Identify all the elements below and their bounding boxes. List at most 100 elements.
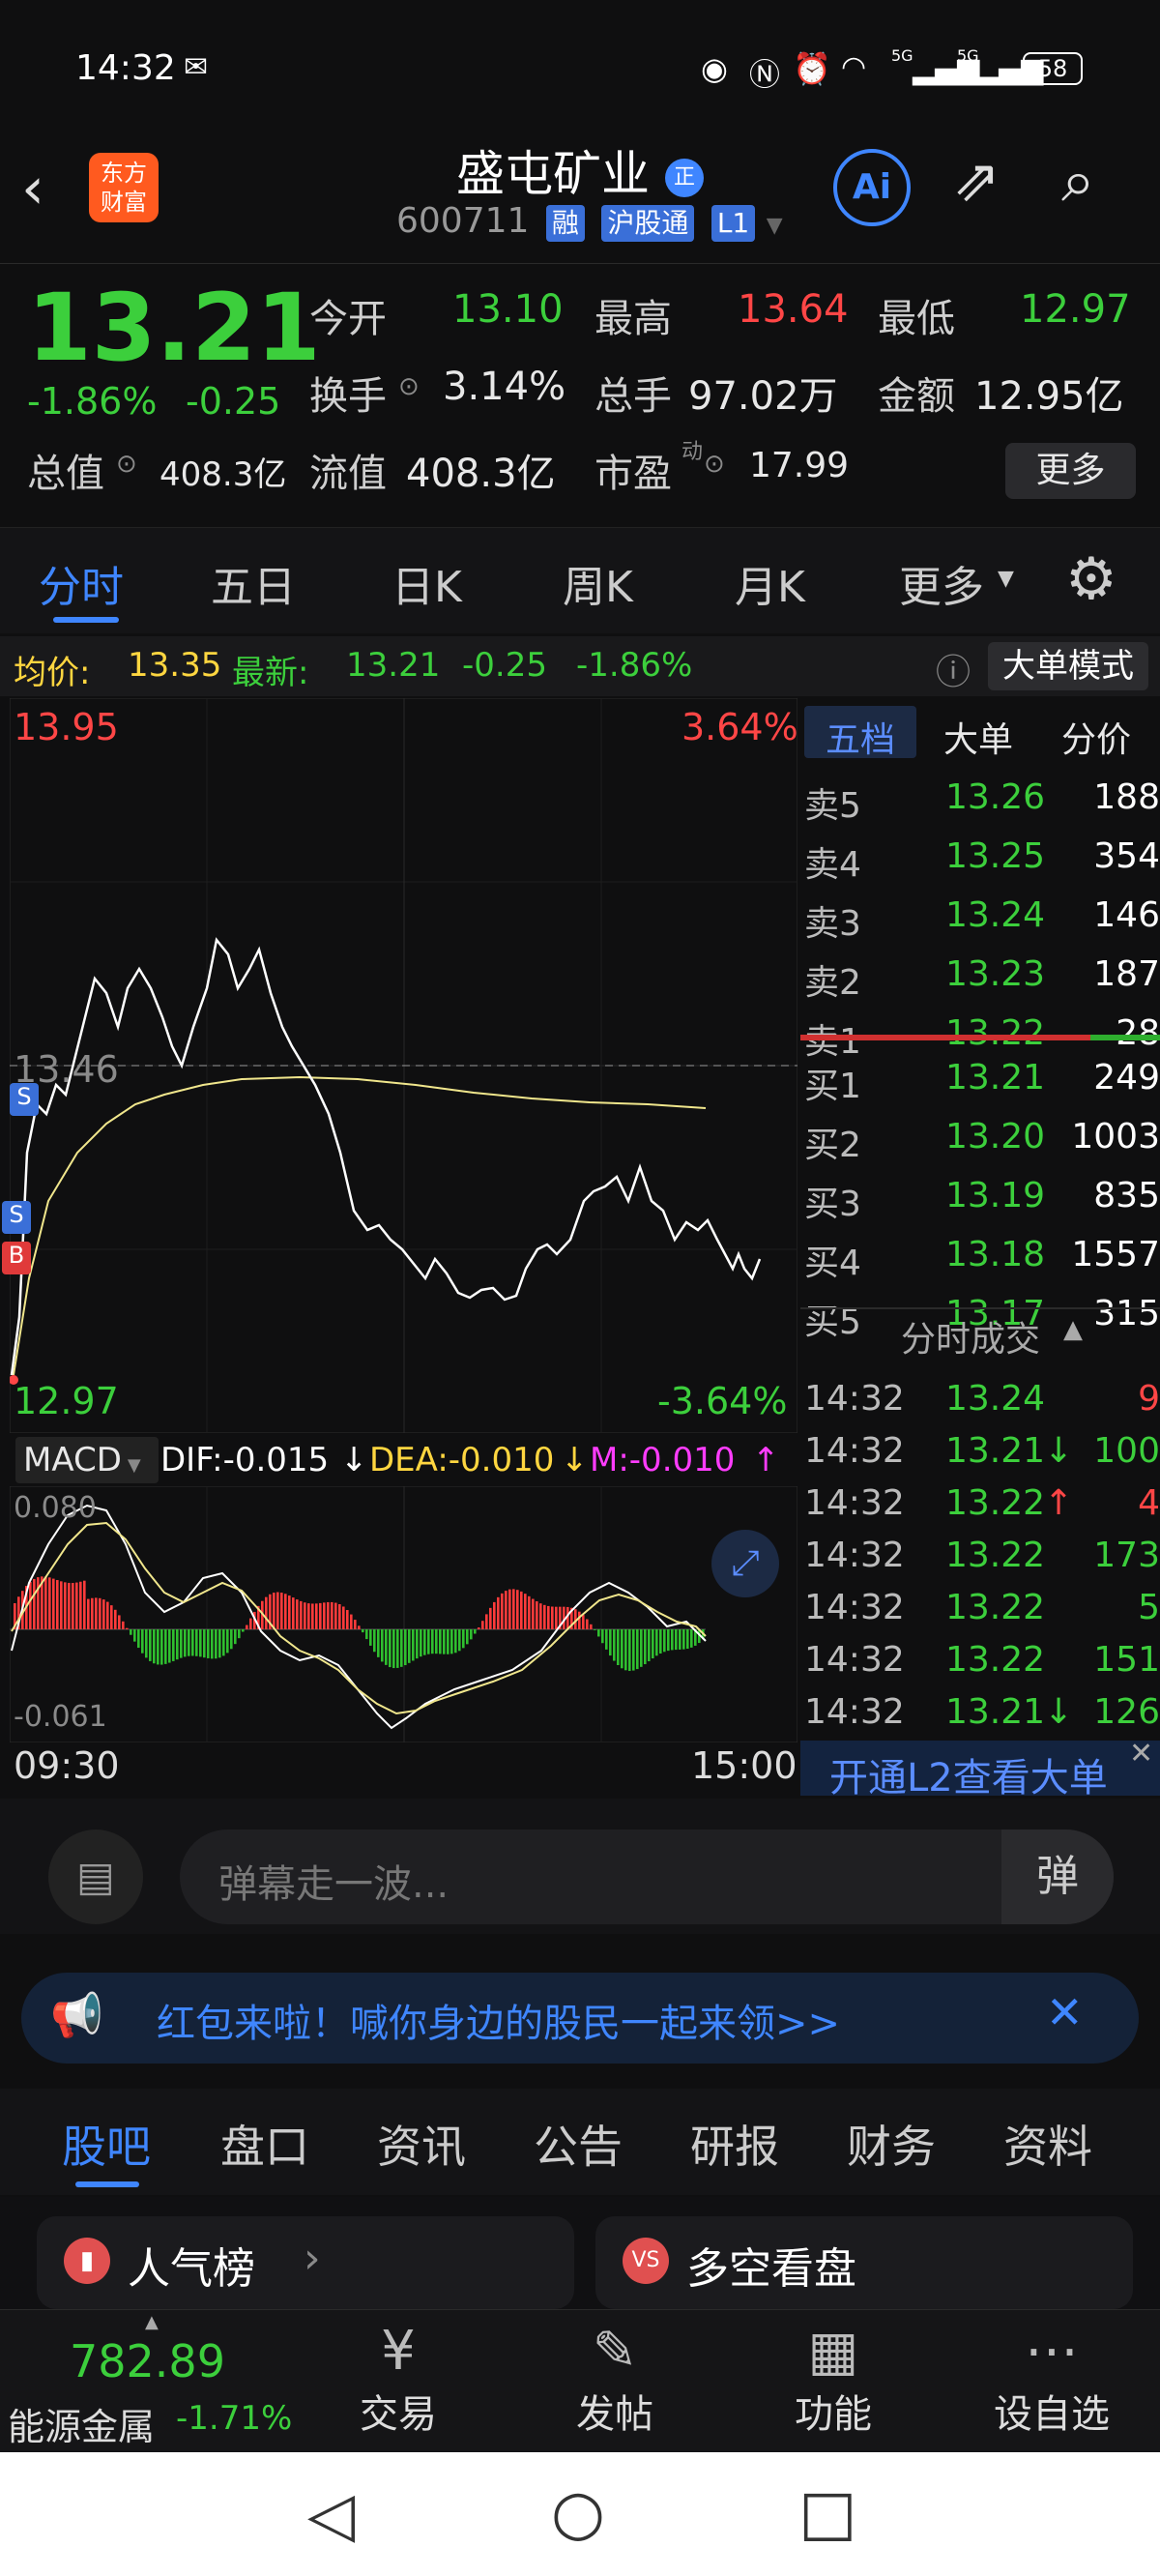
tab-pankou[interactable]: 盘口 [220, 2112, 309, 2176]
danmu-settings-icon[interactable]: ▤ [48, 1830, 143, 1924]
close-icon[interactable]: ✕ [1046, 1986, 1084, 2038]
quote-panel: 13.21 -1.86% -0.25 今开 13.10 最高 13.64 最低 … [0, 263, 1160, 524]
tab-profile[interactable]: 资料 [1003, 2112, 1092, 2176]
ask-bar [800, 1035, 1090, 1040]
intraday-chart[interactable]: 13.95 3.64% 13.46 12.97 -3.64% S S B [2, 697, 798, 1434]
info-icon[interactable]: ⊙ [398, 372, 420, 401]
home-circle-icon[interactable]: ○ [551, 2477, 605, 2549]
time-end-label: 15:00 [691, 1744, 798, 1787]
macd-bar [126, 1627, 129, 1629]
close-icon[interactable]: ✕ [1129, 1737, 1153, 1771]
tab-price-distribution[interactable]: 分价 [1061, 712, 1131, 762]
macd-bar [238, 1629, 241, 1639]
danmu-input[interactable]: 弹幕走一波... 弹 [180, 1830, 1114, 1924]
ask-row[interactable]: 卖3 13.24 146 [800, 892, 1160, 944]
macd-bar [609, 1629, 612, 1656]
tab-news[interactable]: 资讯 [377, 2112, 466, 2176]
l2-upsell[interactable]: 开通L2查看大单 ✕ [800, 1737, 1160, 1800]
bid-price: 13.19 [945, 1176, 1046, 1215]
info-icon[interactable]: ⊙ [704, 450, 725, 479]
search-icon[interactable]: ⌕ [1061, 145, 1095, 217]
bull-bear-card[interactable]: VS 多空看盘 [595, 2216, 1133, 2309]
macd-bar [365, 1629, 368, 1640]
sell-marker[interactable]: S [2, 1201, 31, 1234]
ask-volume: 146 [1093, 895, 1160, 935]
nav-post[interactable]: ✎ 发帖 [518, 2320, 711, 2439]
tab-daily-k[interactable]: 日K [392, 552, 462, 614]
macd-bar [56, 1580, 59, 1629]
ask-row[interactable]: 卖2 13.23 187 [800, 951, 1160, 1003]
big-order-mode-button[interactable]: 大单模式 [988, 642, 1148, 690]
banner-text[interactable]: 红包来啦！喊你身边的股民一起来领>> [157, 1992, 840, 2048]
macd-bar [586, 1619, 589, 1629]
ai-button[interactable]: Ai [833, 149, 911, 226]
macd-bar [118, 1615, 121, 1629]
macd-bar [516, 1590, 519, 1629]
trade-time: 14:32 [804, 1588, 905, 1627]
ask-volume: 28 [1116, 1013, 1160, 1053]
back-triangle-icon[interactable]: ◁ [307, 2479, 355, 2551]
buy-marker[interactable]: B [2, 1242, 31, 1274]
tab-monthly-k[interactable]: 月K [735, 552, 805, 614]
bid-row[interactable]: 买3 13.19 835 [800, 1172, 1160, 1224]
tab-announcements[interactable]: 公告 [534, 2112, 623, 2176]
bid-row[interactable]: 买2 13.20 1003 [800, 1113, 1160, 1165]
trade-row: 14:32 13.21 ↓ 100 [800, 1427, 1160, 1478]
help-icon[interactable]: ⓘ [936, 644, 971, 694]
macd-bar [133, 1629, 136, 1642]
macd-panel[interactable]: MACD ▼ DIF:-0.015 ↓ DEA:-0.010 ↓ M:-0.010… [10, 1433, 798, 1796]
macd-bar [33, 1578, 36, 1629]
more-button[interactable]: 更多 [1005, 443, 1136, 499]
danmu-bar: ▤ 弹幕走一波... 弹 [0, 1799, 1160, 1934]
indicator-selector[interactable]: MACD ▼ [15, 1437, 159, 1483]
yen-exchange-icon: ¥ [381, 2320, 416, 2383]
active-tab-indicator [75, 2181, 139, 2187]
recents-square-icon[interactable]: □ [798, 2477, 856, 2549]
popularity-card[interactable]: ▮ 人气榜 › [37, 2216, 574, 2309]
ask-row[interactable]: 卖5 13.26 188 [800, 774, 1160, 826]
sell-marker[interactable]: S [10, 1083, 39, 1116]
tab-finance[interactable]: 财务 [847, 2112, 936, 2176]
trades-title[interactable]: 分时成交 [901, 1311, 1040, 1361]
tab-more[interactable]: 更多 [899, 552, 984, 614]
tab-big-order[interactable]: 大单 [943, 712, 1013, 762]
popularity-label[interactable]: 人气榜 [128, 2234, 255, 2296]
bid-row[interactable]: 买4 13.18 1557 [800, 1231, 1160, 1283]
ask-level: 卖5 [804, 786, 861, 826]
nav-post-label: 发帖 [576, 2392, 653, 2437]
bid-volume: 315 [1093, 1294, 1160, 1333]
tab-five-level[interactable]: 五档 [826, 712, 895, 762]
ask-row[interactable]: 卖4 13.25 354 [800, 833, 1160, 885]
macd-bar [68, 1582, 71, 1629]
change-value: -0.25 [186, 380, 281, 423]
macd-bar [450, 1629, 453, 1654]
macd-bar [470, 1629, 473, 1640]
bid-row[interactable]: 买1 13.21 249 [800, 1054, 1160, 1106]
macd-bar [690, 1629, 693, 1648]
active-tab-indicator [53, 617, 119, 623]
nav-functions[interactable]: ▦ 功能 [737, 2320, 930, 2439]
nav-add-watchlist[interactable]: ⋯ 设自选 [955, 2320, 1148, 2439]
tab-weekly-k[interactable]: 周K [563, 552, 633, 614]
level-tag[interactable]: L1 [710, 205, 756, 242]
caret-up-icon: ▲ [1063, 1315, 1083, 1344]
nav-trade[interactable]: ¥ 交易 [302, 2320, 495, 2439]
expand-icon[interactable]: ⤢ [711, 1530, 779, 1597]
index-ticker[interactable]: ▲ 782.89 能源金属 -1.71% [0, 2310, 309, 2453]
float-label: 流值 [309, 452, 387, 496]
tab-research[interactable]: 研报 [690, 2112, 779, 2176]
bull-bear-label[interactable]: 多空看盘 [686, 2234, 856, 2296]
l2-upsell-text[interactable]: 开通L2查看大单 [829, 1746, 1108, 1802]
tab-guba[interactable]: 股吧 [62, 2112, 151, 2176]
tab-five-day[interactable]: 五日 [211, 552, 296, 614]
promo-banner[interactable]: 📢 红包来啦！喊你身边的股民一起来领>> ✕ [21, 1973, 1139, 2064]
share-icon[interactable]: ⇗ [952, 147, 1000, 215]
danmu-toggle-button[interactable]: 弹 [1001, 1830, 1114, 1924]
macd-bar [679, 1629, 682, 1650]
macd-bar [315, 1603, 318, 1629]
tab-intraday[interactable]: 分时 [39, 552, 124, 614]
gear-icon[interactable]: ⚙ [1065, 545, 1117, 613]
ask-price: 13.26 [945, 777, 1046, 817]
info-icon[interactable]: ⊙ [116, 450, 137, 479]
macd-bar [226, 1629, 229, 1654]
